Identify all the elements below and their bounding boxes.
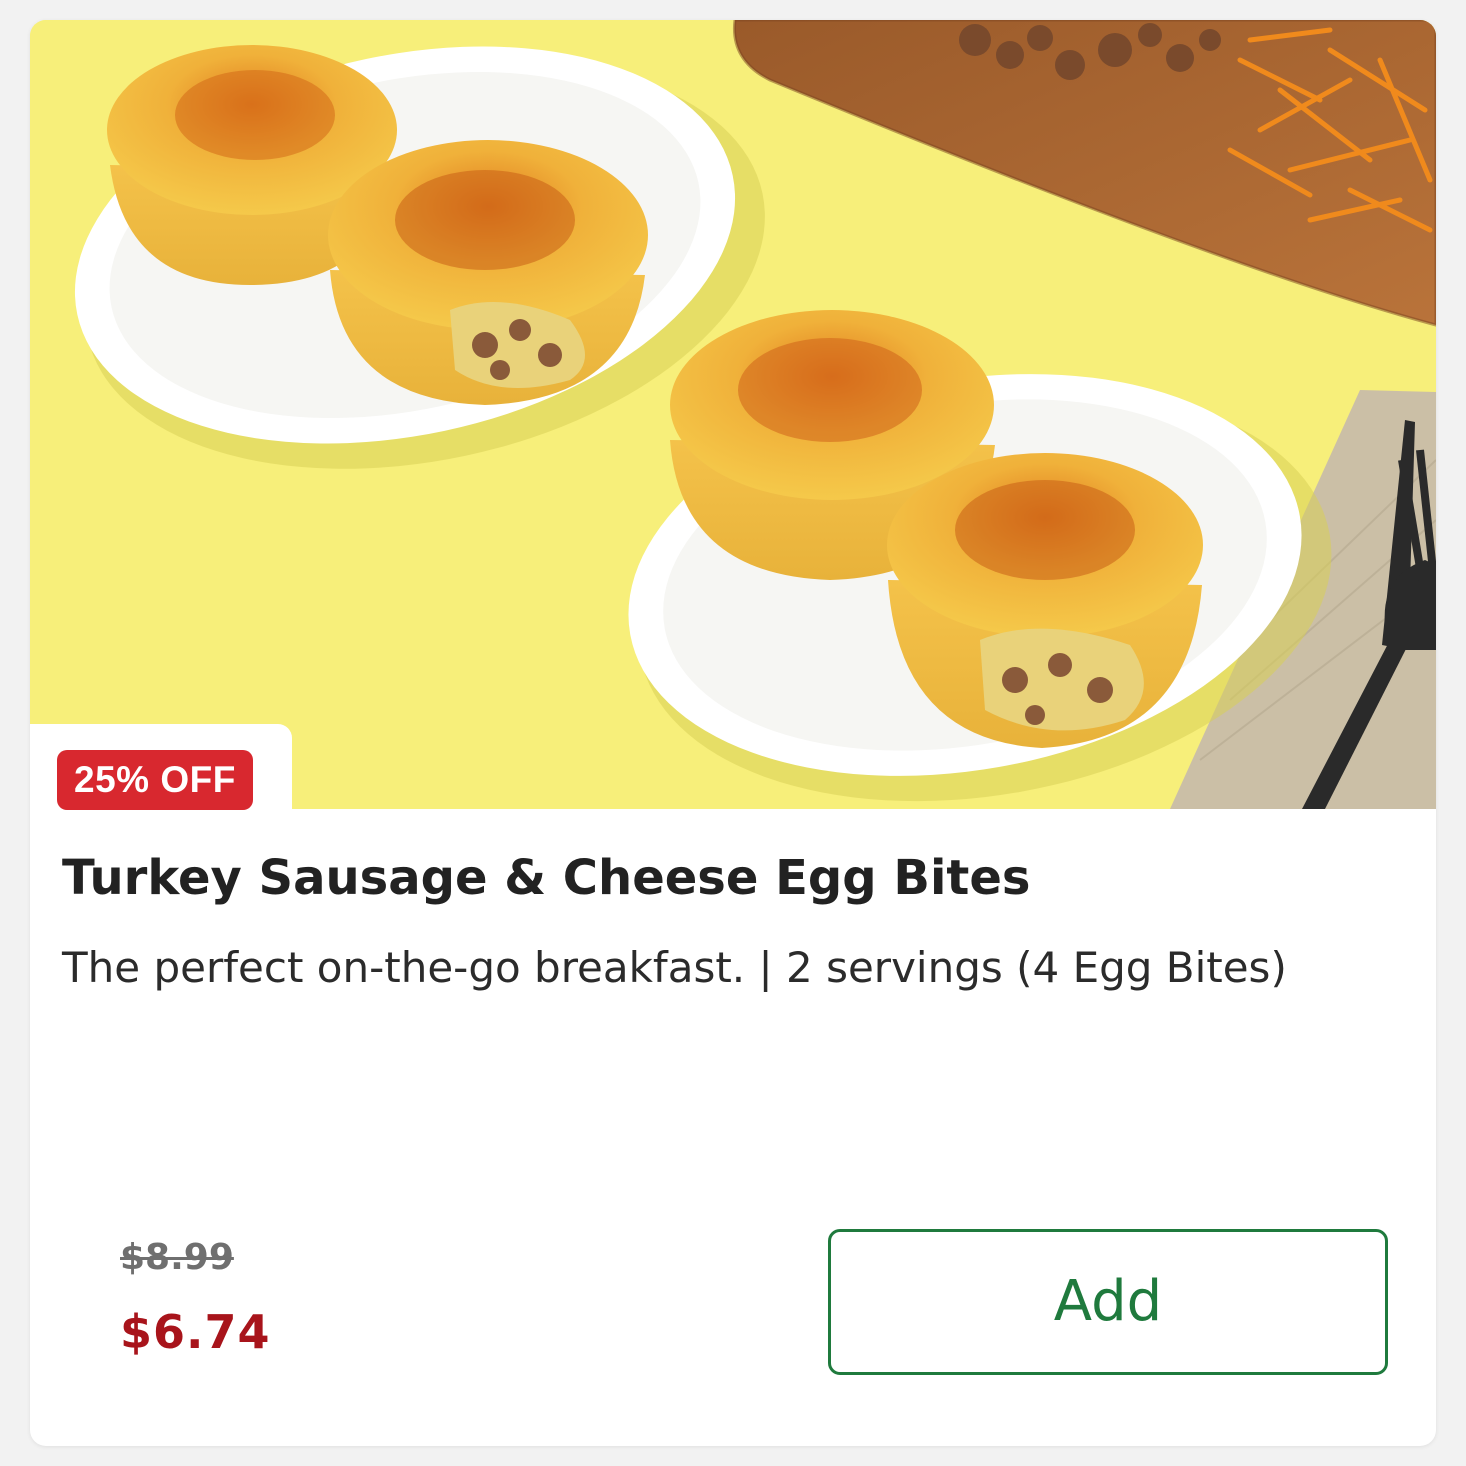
product-image[interactable] xyxy=(30,20,1436,809)
original-price: $8.99 xyxy=(120,1237,234,1278)
product-card[interactable]: 25% OFF Turkey Sausage & Cheese Egg Bite… xyxy=(30,20,1436,1446)
egg-bites-photo-icon xyxy=(30,20,1436,809)
add-button[interactable]: Add xyxy=(828,1229,1388,1375)
product-title[interactable]: Turkey Sausage & Cheese Egg Bites xyxy=(62,846,1402,910)
sale-price: $6.74 xyxy=(120,1305,271,1359)
product-description: The perfect on-the-go breakfast. | 2 ser… xyxy=(62,943,1287,992)
discount-badge: 25% OFF xyxy=(57,750,253,810)
